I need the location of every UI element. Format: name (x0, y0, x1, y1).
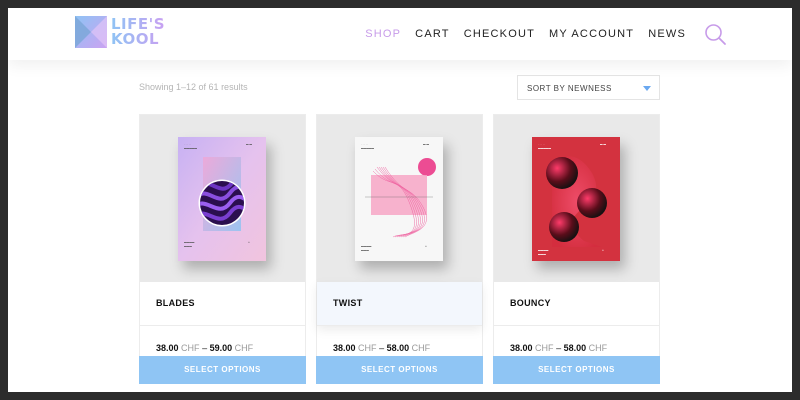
search-icon[interactable] (703, 22, 727, 46)
product-image-blades: · · · · · ▬▬▬▬▬ ▬ ▬ ▬▬▬▬ ▬▬▬ ▪▪ (178, 137, 266, 261)
product-price: 38.00 CHF – 59.00 CHF (156, 343, 254, 353)
product-image-area[interactable]: · · · · · ▬▬▬▬▬ ▬ ▬ ▬▬▬▬ ▬▬▬ ▪▪ (140, 115, 305, 282)
chevron-down-icon (643, 86, 651, 91)
select-options-button[interactable]: SELECT OPTIONS (316, 356, 483, 384)
product-card-twist: · · · · · ▬▬▬▬▬ ▬ ▬ ▬▬▬▬ ▬▬▬ ▪▪ TWIST 38… (316, 114, 483, 384)
page: LIFE'S KOOL SHOP CART CHECKOUT MY ACCOUN… (8, 8, 792, 392)
nav-item-checkout[interactable]: CHECKOUT (464, 28, 535, 40)
nav-item-news[interactable]: NEWS (648, 28, 686, 40)
product-price: 38.00 CHF – 58.00 CHF (510, 343, 608, 353)
nav-item-cart[interactable]: CART (415, 28, 450, 40)
product-title[interactable]: BLADES (156, 298, 195, 308)
product-title[interactable]: BOUNCY (510, 298, 551, 308)
svg-text:▬▬▬▬: ▬▬▬▬ (184, 241, 195, 244)
select-options-button[interactable]: SELECT OPTIONS (493, 356, 660, 384)
nav-item-my-account[interactable]: MY ACCOUNT (549, 28, 634, 40)
logo-mark-icon (75, 16, 107, 48)
svg-text:▬▬▬: ▬▬▬ (184, 245, 192, 248)
svg-text:· · · · ·: · · · · · (538, 143, 545, 146)
svg-text:▬▬▬▬: ▬▬▬▬ (538, 249, 549, 252)
select-options-button[interactable]: SELECT OPTIONS (139, 356, 306, 384)
product-name-row[interactable]: BOUNCY (494, 282, 659, 326)
product-name-row[interactable]: TWIST (317, 282, 482, 326)
site-logo[interactable]: LIFE'S KOOL (75, 15, 175, 49)
product-name-row[interactable]: BLADES (140, 282, 305, 326)
svg-text:▬▬▬▬▬: ▬▬▬▬▬ (538, 147, 551, 150)
result-count: Showing 1–12 of 61 results (139, 82, 248, 92)
svg-text:▪▪: ▪▪ (425, 245, 427, 248)
product-image-bouncy: · · · · · ▬▬▬▬▬ ▬ ▬ ▬▬▬▬ ▬▬▬ ▪▪ (532, 137, 620, 261)
svg-text:▪▪: ▪▪ (602, 249, 604, 252)
site-header: LIFE'S KOOL SHOP CART CHECKOUT MY ACCOUN… (8, 8, 792, 60)
product-price: 38.00 CHF – 58.00 CHF (333, 343, 431, 353)
svg-text:· · · · ·: · · · · · (361, 143, 368, 146)
svg-text:▬▬▬▬: ▬▬▬▬ (361, 245, 372, 248)
svg-text:▬ ▬: ▬ ▬ (600, 143, 606, 146)
svg-text:▪▪: ▪▪ (248, 241, 250, 244)
product-image-area[interactable]: · · · · · ▬▬▬▬▬ ▬ ▬ ▬▬▬▬ ▬▬▬ ▪▪ (317, 115, 482, 282)
product-card-bouncy: · · · · · ▬▬▬▬▬ ▬ ▬ ▬▬▬▬ ▬▬▬ ▪▪ BOUNCY 3… (493, 114, 660, 384)
product-image-area[interactable]: · · · · · ▬▬▬▬▬ ▬ ▬ ▬▬▬▬ ▬▬▬ ▪▪ (494, 115, 659, 282)
svg-text:▬▬▬▬▬: ▬▬▬▬▬ (184, 147, 197, 150)
nav-item-shop[interactable]: SHOP (365, 28, 401, 40)
svg-text:▬▬▬: ▬▬▬ (361, 249, 369, 252)
product-title[interactable]: TWIST (333, 298, 363, 308)
svg-text:▬ ▬: ▬ ▬ (246, 143, 252, 146)
svg-text:▬▬▬: ▬▬▬ (538, 253, 546, 256)
main-nav: SHOP CART CHECKOUT MY ACCOUNT NEWS (365, 28, 686, 40)
sort-selected-value: SORT BY NEWNESS (527, 84, 612, 93)
product-card-blades: · · · · · ▬▬▬▬▬ ▬ ▬ ▬▬▬▬ ▬▬▬ ▪▪ BLADES 3… (139, 114, 306, 384)
svg-text:▬▬▬▬▬: ▬▬▬▬▬ (361, 147, 374, 150)
product-image-twist: · · · · · ▬▬▬▬▬ ▬ ▬ ▬▬▬▬ ▬▬▬ ▪▪ (355, 137, 443, 261)
logo-text: LIFE'S KOOL (111, 15, 166, 48)
svg-text:· · · · ·: · · · · · (184, 143, 191, 146)
sort-dropdown[interactable]: SORT BY NEWNESS (517, 75, 660, 100)
svg-text:▬ ▬: ▬ ▬ (423, 143, 429, 146)
